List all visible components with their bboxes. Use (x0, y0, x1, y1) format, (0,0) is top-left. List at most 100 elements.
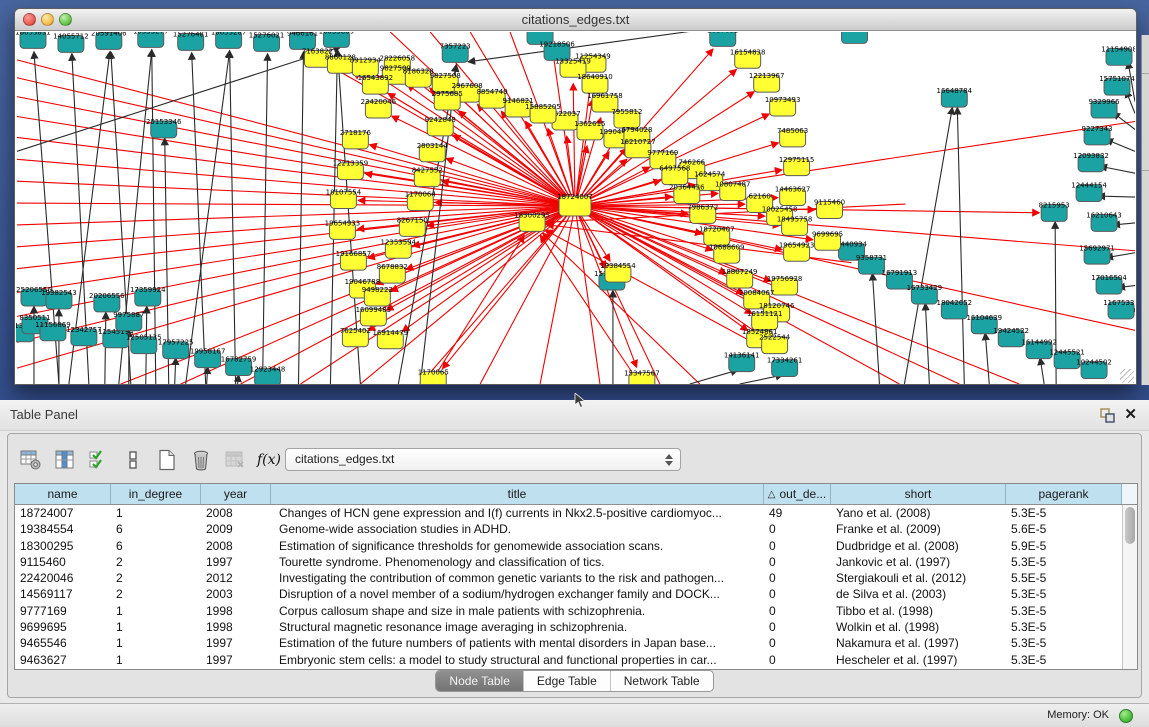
table-header-row: namein_degreeyeartitle△out_de...shortpag… (15, 484, 1137, 505)
table-row[interactable]: 1456911722003Disruption of a novel membe… (15, 586, 1122, 602)
table-cell: 5.3E-5 (1006, 619, 1122, 635)
memory-status-label: Memory: OK (1047, 704, 1109, 727)
graph-node-label: 16791913 (882, 269, 918, 277)
close-window-icon[interactable] (23, 13, 36, 26)
table-row[interactable]: 911546021997Tourette syndrome. Phenomeno… (15, 554, 1122, 570)
table-row[interactable]: 977716911998Corpus callosum shape and si… (15, 603, 1122, 619)
graph-node[interactable] (842, 32, 868, 43)
table-row[interactable]: 969969511998Structural magnetic resonanc… (15, 619, 1122, 635)
graph-edge (540, 206, 575, 384)
graph-node-label: 6794028 (621, 126, 652, 134)
graph-node-label: 12093832 (1073, 152, 1109, 160)
column-header-pagerank[interactable]: pagerank (1006, 484, 1122, 504)
column-header-name[interactable]: name (15, 484, 111, 504)
vertical-scrollbar[interactable] (1122, 505, 1137, 669)
graph-node-label: 11675335 (1103, 299, 1135, 307)
table-row[interactable]: 946362711997Embryonic stem cells: a mode… (15, 652, 1122, 668)
tab-node-table[interactable]: Node Table (436, 671, 523, 691)
graph-node-label: 18300295 (514, 211, 550, 219)
table-row[interactable]: 2242004622012Investigating the contribut… (15, 570, 1122, 586)
resize-grip[interactable] (1120, 369, 1134, 383)
table-row[interactable]: 1872400712008Changes of HCN gene express… (15, 505, 1122, 521)
tab-network-table[interactable]: Network Table (610, 671, 713, 691)
graph-node-label: 12505135 (126, 334, 162, 342)
graph-node-label: 9466161 (287, 32, 318, 37)
graph-node-label: 18807249 (722, 268, 758, 276)
graph-node-label: 11154908 (1101, 45, 1135, 53)
select-all-icon[interactable] (84, 446, 114, 474)
table-panel-title: Table Panel (10, 400, 78, 430)
table-cell: 2009 (201, 521, 271, 537)
graph-edge (904, 108, 952, 384)
graph-node-label: 8912934 (350, 56, 382, 64)
graph-node-label: 19382543 (41, 289, 77, 297)
graph-edge (207, 367, 208, 384)
network-canvas[interactable]: 1605383114055712205914061053327715276481… (16, 32, 1135, 384)
graph-node-label: 12923448 (250, 366, 286, 374)
table-cell: Estimation of the future numbers of pati… (271, 635, 764, 651)
table-row[interactable]: 946554611997Estimation of the future num… (15, 635, 1122, 651)
window-title: citations_edges.txt (15, 9, 1136, 30)
table-row[interactable]: 1830029562008Estimation of significance … (15, 538, 1122, 554)
graph-node-label: 10973493 (765, 96, 801, 104)
table-cell: 0 (764, 603, 831, 619)
table-cell: 2 (111, 570, 201, 586)
graph-edge (1040, 358, 1044, 384)
table-row[interactable]: 1938455462009Genome-wide association stu… (15, 521, 1122, 537)
table-cell: 14569117 (15, 586, 111, 602)
graph-node-label: 7955812 (611, 108, 642, 116)
scrollbar-thumb[interactable] (1125, 507, 1135, 544)
graph-node-label: 18724007 (557, 193, 593, 201)
dropdown-stepper-icon (664, 453, 672, 467)
function-builder-icon[interactable]: f(x) (254, 446, 284, 474)
network-selector-dropdown[interactable]: citations_edges.txt (285, 448, 681, 471)
table-cell: Corpus callosum shape and size in male p… (271, 603, 764, 619)
minimize-window-icon[interactable] (41, 13, 54, 26)
table-cell: 0 (764, 521, 831, 537)
column-header-out_de[interactable]: △out_de... (764, 484, 831, 504)
column-header-in_degree[interactable]: in_degree (111, 484, 201, 504)
graph-edge (175, 358, 176, 384)
graph-node-label: 19384554 (600, 262, 636, 270)
graph-node-label: 8215953 (1039, 202, 1070, 210)
graph-node-label: 12445521 (1049, 349, 1085, 357)
graph-node-label: 19424522 (993, 327, 1029, 335)
column-header-title[interactable]: title (271, 484, 764, 504)
table-cell: Structural magnetic resonance image aver… (271, 619, 764, 635)
graph-node-label: 13325419 (555, 57, 591, 65)
table-cell: 0 (764, 652, 831, 668)
graph-edge (105, 312, 106, 384)
row-height-icon[interactable] (118, 446, 148, 474)
citation-network-graph: 1605383114055712205914061053327715276481… (16, 32, 1135, 384)
tab-edge-table[interactable]: Edge Table (523, 671, 610, 691)
table-cell: 9115460 (15, 554, 111, 570)
column-header-short[interactable]: short (831, 484, 1006, 504)
zoom-window-icon[interactable] (59, 13, 72, 26)
graph-node-label: 16961758 (587, 92, 623, 100)
select-columns-icon[interactable] (50, 446, 80, 474)
table-cell: 2012 (201, 570, 271, 586)
graph-node-label: 20084067 (739, 289, 775, 297)
graph-node-label: 14136141 (724, 352, 760, 360)
table-cell: Tibbo et al. (1998) (831, 603, 1006, 619)
column-header-year[interactable]: year (201, 484, 271, 504)
graph-edge (17, 159, 575, 206)
graph-node-label: 19046788 (345, 278, 381, 286)
graph-edge (690, 370, 738, 384)
graph-edge (238, 375, 239, 384)
table-cell: 5.3E-5 (1006, 505, 1122, 521)
graph-node-label: 12213359 (333, 160, 369, 168)
graph-edge (872, 274, 879, 384)
new-document-icon[interactable] (152, 446, 182, 474)
table-cell: 5.3E-5 (1006, 603, 1122, 619)
graph-edge (298, 52, 303, 384)
table-cell: Embryonic stem cells: a model to study s… (271, 652, 764, 668)
graph-edge (263, 54, 268, 384)
window-titlebar[interactable]: citations_edges.txt (15, 9, 1136, 31)
table-settings-icon[interactable] (16, 446, 46, 474)
delete-trash-icon[interactable] (186, 446, 216, 474)
close-panel-icon[interactable]: ✕ (1124, 406, 1137, 424)
graph-node-label: 7357223 (440, 42, 471, 50)
memory-ok-indicator[interactable] (1119, 709, 1133, 723)
float-window-icon[interactable] (1100, 408, 1115, 423)
